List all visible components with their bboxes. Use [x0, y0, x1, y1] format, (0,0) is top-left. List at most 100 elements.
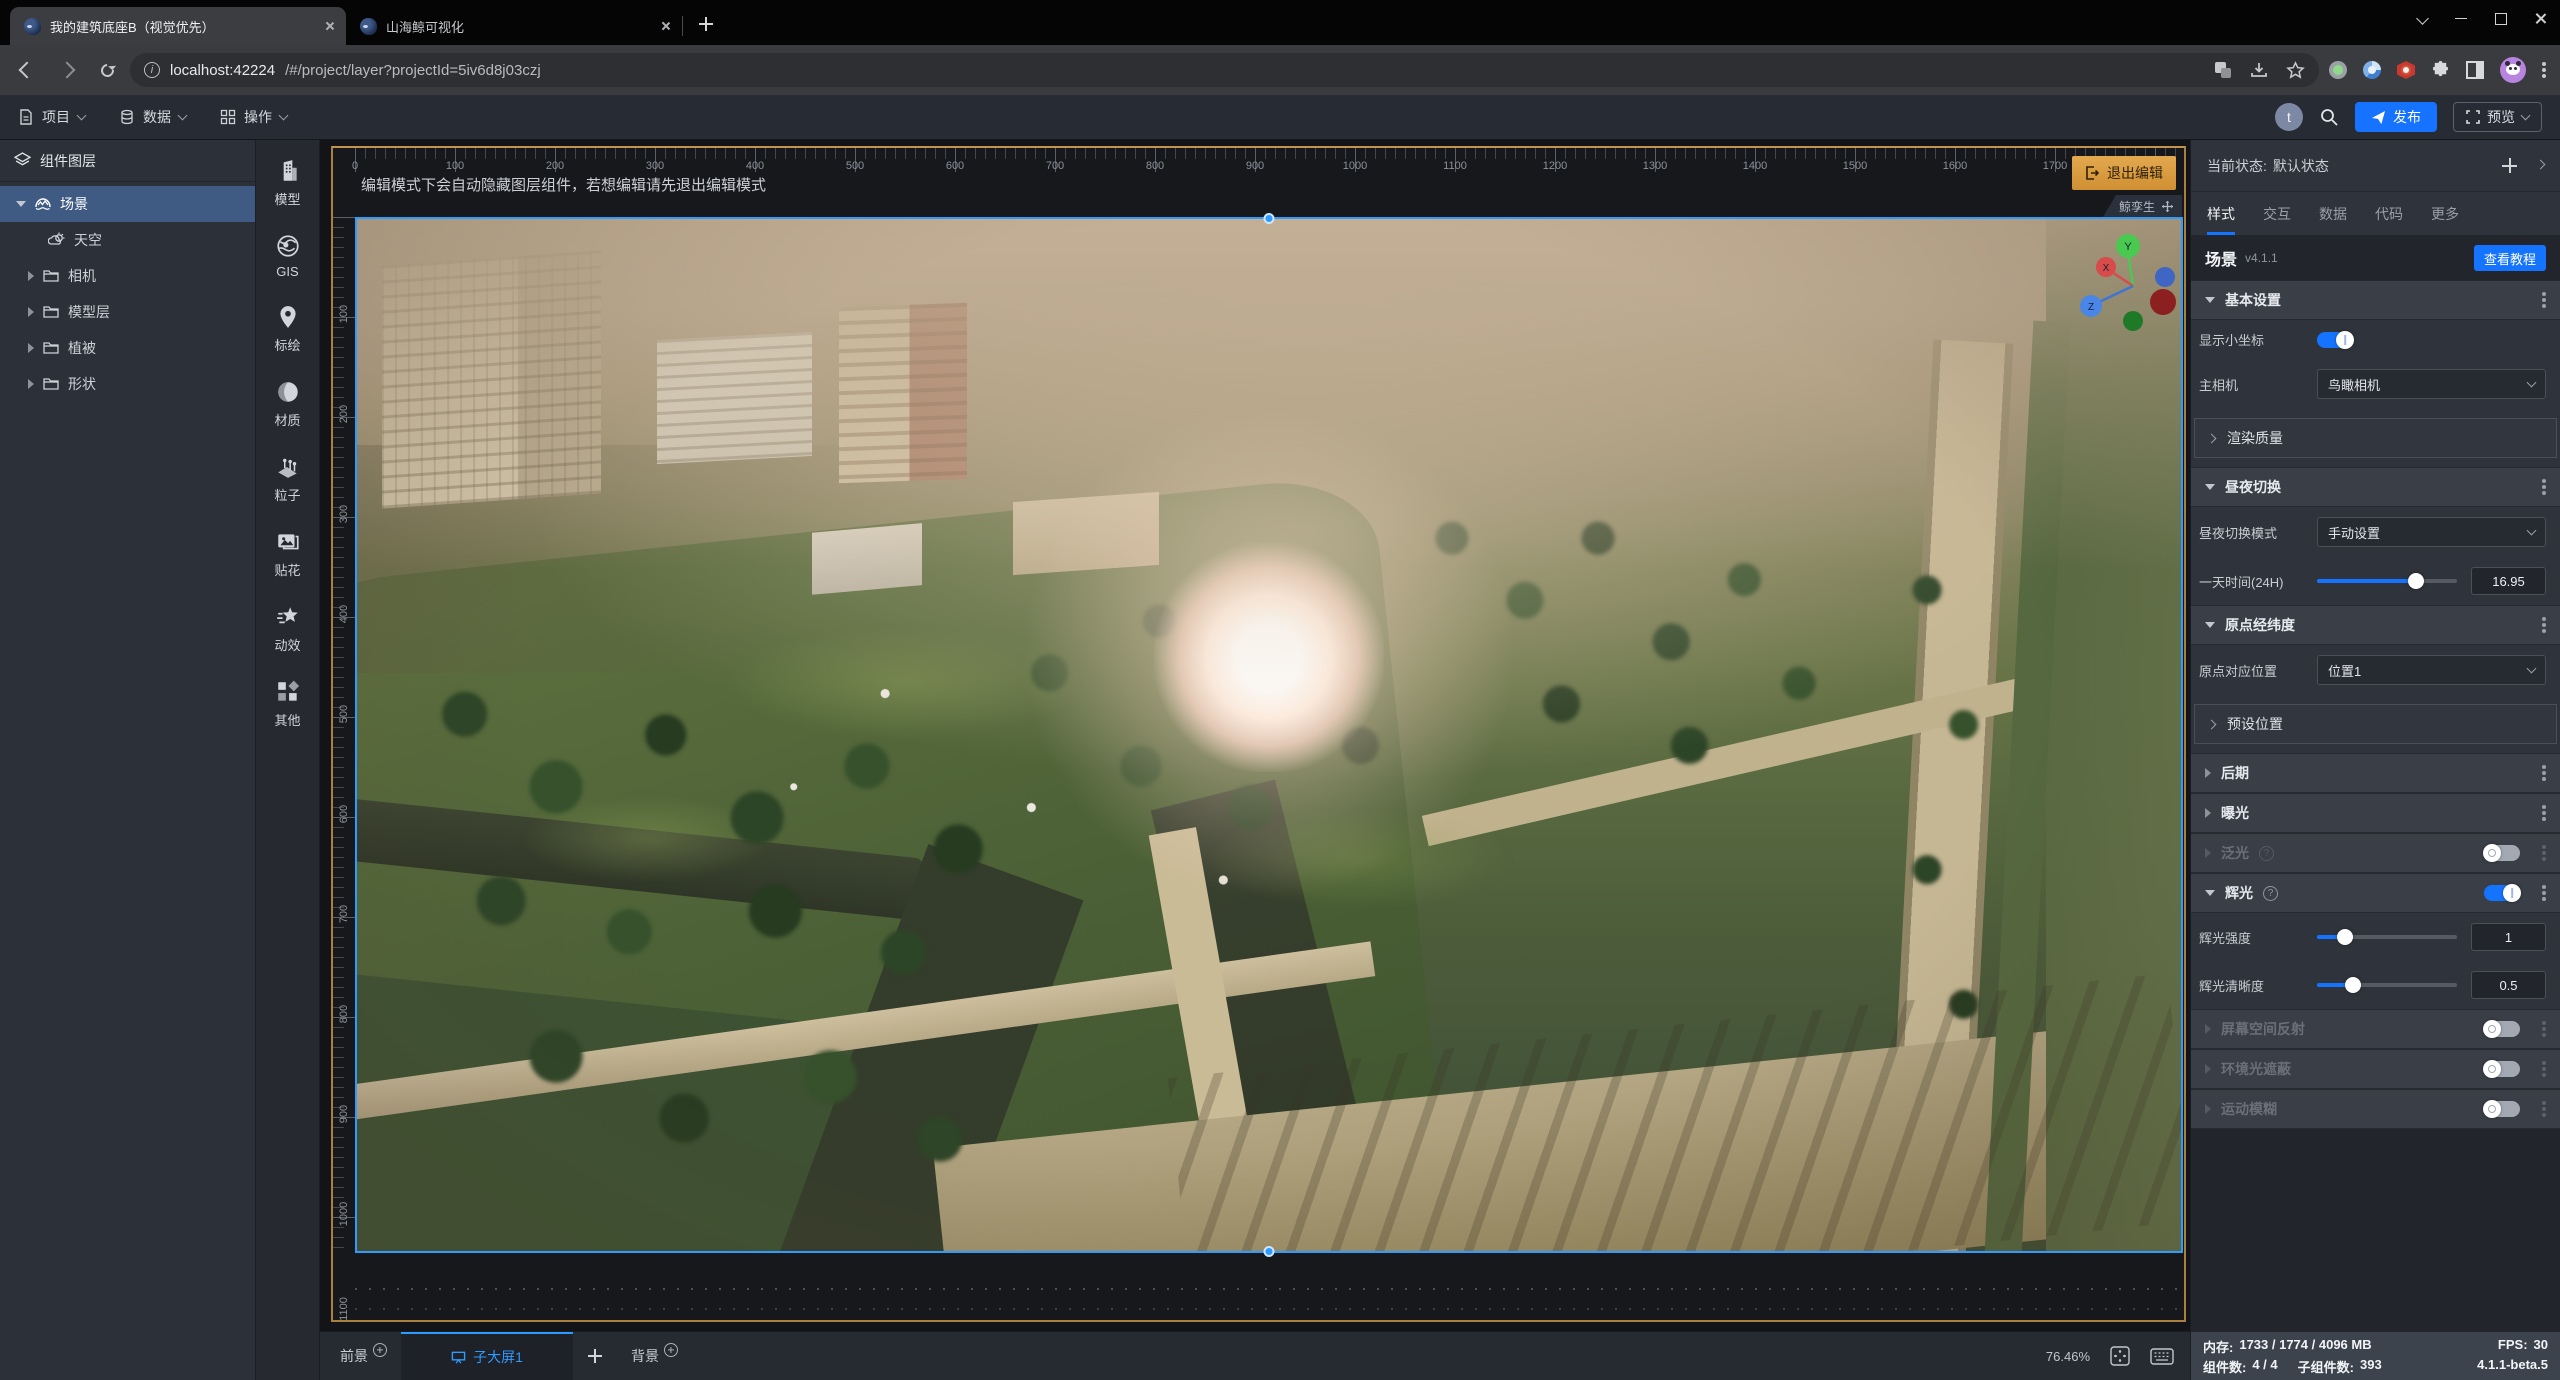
extension-green-icon[interactable]: [2329, 61, 2347, 79]
tab-data[interactable]: 数据: [2319, 192, 2347, 235]
section-menu-icon[interactable]: [2542, 623, 2546, 627]
preset-position-collapse[interactable]: 预设位置: [2194, 704, 2557, 744]
glow-strength-slider[interactable]: [2317, 935, 2457, 939]
rail-item-material[interactable]: 材质: [256, 371, 319, 437]
tree-item-sky[interactable]: 天空: [0, 222, 255, 258]
sidebar-panel-icon[interactable]: [2466, 61, 2484, 79]
tab-close-icon[interactable]: [324, 21, 334, 31]
tree-item-camera[interactable]: 相机: [0, 258, 255, 294]
section-day-night[interactable]: 昼夜切换: [2191, 467, 2560, 507]
tab-more[interactable]: 更多: [2431, 192, 2459, 235]
browser-tab-inactive[interactable]: 山海鲸可视化: [346, 7, 682, 45]
section-bloom[interactable]: 泛光 ?: [2191, 833, 2560, 873]
address-bar[interactable]: i localhost:42224 /#/project/layer?proje…: [130, 53, 2319, 87]
reload-button[interactable]: [90, 53, 124, 87]
day-time-slider[interactable]: [2317, 579, 2457, 583]
help-icon[interactable]: ?: [2263, 886, 2278, 901]
add-circle-icon[interactable]: [373, 1343, 387, 1357]
browser-menu-icon[interactable]: [2542, 68, 2546, 72]
user-avatar[interactable]: t: [2275, 103, 2303, 131]
axis-gizmo[interactable]: Y X Z: [2075, 224, 2185, 334]
tree-item-model-layer[interactable]: 模型层: [0, 294, 255, 330]
menu-action[interactable]: 操作: [220, 107, 287, 127]
collapse-arrow-icon[interactable]: [28, 307, 34, 317]
section-menu-icon[interactable]: [2542, 891, 2546, 895]
browser-tab-active[interactable]: 我的建筑底座B（视觉优先）: [10, 7, 346, 45]
origin-position-select[interactable]: 位置1: [2317, 655, 2546, 685]
tab-code[interactable]: 代码: [2375, 192, 2403, 235]
search-icon[interactable]: [2319, 107, 2339, 127]
tab-interaction[interactable]: 交互: [2263, 192, 2291, 235]
section-exposure[interactable]: 曝光: [2191, 793, 2560, 833]
tree-item-scene[interactable]: 场景: [0, 186, 255, 222]
tutorial-button[interactable]: 查看教程: [2474, 245, 2546, 271]
show-axis-toggle[interactable]: [2317, 332, 2353, 348]
section-menu-icon[interactable]: [2542, 298, 2546, 302]
render-quality-collapse[interactable]: 渲染质量: [2194, 418, 2557, 458]
back-button[interactable]: [10, 53, 44, 87]
section-ssr[interactable]: 屏幕空间反射: [2191, 1009, 2560, 1049]
main-camera-select[interactable]: 鸟瞰相机: [2317, 369, 2546, 399]
section-menu-icon[interactable]: [2542, 1107, 2546, 1111]
motion-blur-toggle[interactable]: [2484, 1101, 2520, 1117]
canvas-area[interactable]: 0 100 200 300 400 500 600 700 800 900 10…: [320, 140, 2190, 1331]
rail-item-model[interactable]: 模型: [256, 150, 319, 216]
menu-project[interactable]: 项目: [18, 107, 85, 127]
rail-item-motion[interactable]: 动效: [256, 596, 319, 662]
section-post-processing[interactable]: 后期: [2191, 753, 2560, 793]
exit-edit-button[interactable]: 退出编辑: [2072, 156, 2176, 190]
section-glow[interactable]: 辉光 ?: [2191, 873, 2560, 913]
tab-background[interactable]: 背景: [617, 1332, 692, 1380]
rail-item-plot[interactable]: 标绘: [256, 296, 319, 362]
browser-profile-avatar[interactable]: [2500, 57, 2526, 83]
section-menu-icon[interactable]: [2542, 851, 2546, 855]
extension-blue-icon[interactable]: [2363, 61, 2381, 79]
day-time-input[interactable]: 16.95: [2471, 567, 2546, 595]
add-screen-button[interactable]: [573, 1332, 617, 1380]
section-menu-icon[interactable]: [2542, 1067, 2546, 1071]
window-maximize-icon[interactable]: [2494, 12, 2507, 25]
glow-clarity-slider[interactable]: [2317, 983, 2457, 987]
tab-sub-screen[interactable]: 子大屏1: [401, 1332, 573, 1380]
expand-arrow-icon[interactable]: [16, 201, 26, 207]
add-circle-icon[interactable]: [664, 1343, 678, 1357]
rail-item-decal[interactable]: 贴花: [256, 521, 319, 587]
section-ambient-occlusion[interactable]: 环境光遮蔽: [2191, 1049, 2560, 1089]
forward-button[interactable]: [50, 53, 84, 87]
chevron-right-icon[interactable]: [2536, 159, 2546, 169]
collapse-arrow-icon[interactable]: [28, 271, 34, 281]
collapse-arrow-icon[interactable]: [28, 343, 34, 353]
bookmark-star-icon[interactable]: [2286, 61, 2305, 80]
tree-item-vegetation[interactable]: 植被: [0, 330, 255, 366]
save-icon[interactable]: [2250, 61, 2268, 79]
tab-close-icon[interactable]: [660, 21, 670, 31]
glow-clarity-input[interactable]: 0.5: [2471, 971, 2546, 999]
section-basic-settings[interactable]: 基本设置: [2191, 280, 2560, 320]
section-menu-icon[interactable]: [2542, 811, 2546, 815]
add-state-button[interactable]: [2502, 158, 2517, 173]
rail-item-particle[interactable]: 粒子: [256, 446, 319, 512]
section-menu-icon[interactable]: [2542, 771, 2546, 775]
section-origin-coords[interactable]: 原点经纬度: [2191, 605, 2560, 645]
extension-red-icon[interactable]: [2397, 61, 2415, 79]
window-minimize-icon[interactable]: [2455, 12, 2468, 25]
glow-toggle[interactable]: [2484, 885, 2520, 901]
daynight-mode-select[interactable]: 手动设置: [2317, 517, 2546, 547]
menu-data[interactable]: 数据: [119, 107, 186, 127]
help-icon[interactable]: ?: [2259, 846, 2274, 861]
preview-button[interactable]: 预览: [2453, 102, 2542, 132]
translate-icon[interactable]: [2214, 61, 2232, 79]
tree-item-shape[interactable]: 形状: [0, 366, 255, 402]
keyboard-icon[interactable]: [2150, 1348, 2174, 1365]
tab-style[interactable]: 样式: [2207, 192, 2235, 235]
tab-foreground[interactable]: 前景: [326, 1332, 401, 1380]
extensions-puzzle-icon[interactable]: [2431, 61, 2450, 80]
publish-button[interactable]: 发布: [2355, 102, 2437, 132]
glow-strength-input[interactable]: 1: [2471, 923, 2546, 951]
section-motion-blur[interactable]: 运动模糊: [2191, 1089, 2560, 1129]
bloom-toggle[interactable]: [2484, 845, 2520, 861]
collapse-arrow-icon[interactable]: [28, 379, 34, 389]
zoom-percent[interactable]: 76.46%: [2046, 1349, 2090, 1364]
selection-label-tab[interactable]: 鲸孪生: [2103, 195, 2182, 217]
section-menu-icon[interactable]: [2542, 485, 2546, 489]
